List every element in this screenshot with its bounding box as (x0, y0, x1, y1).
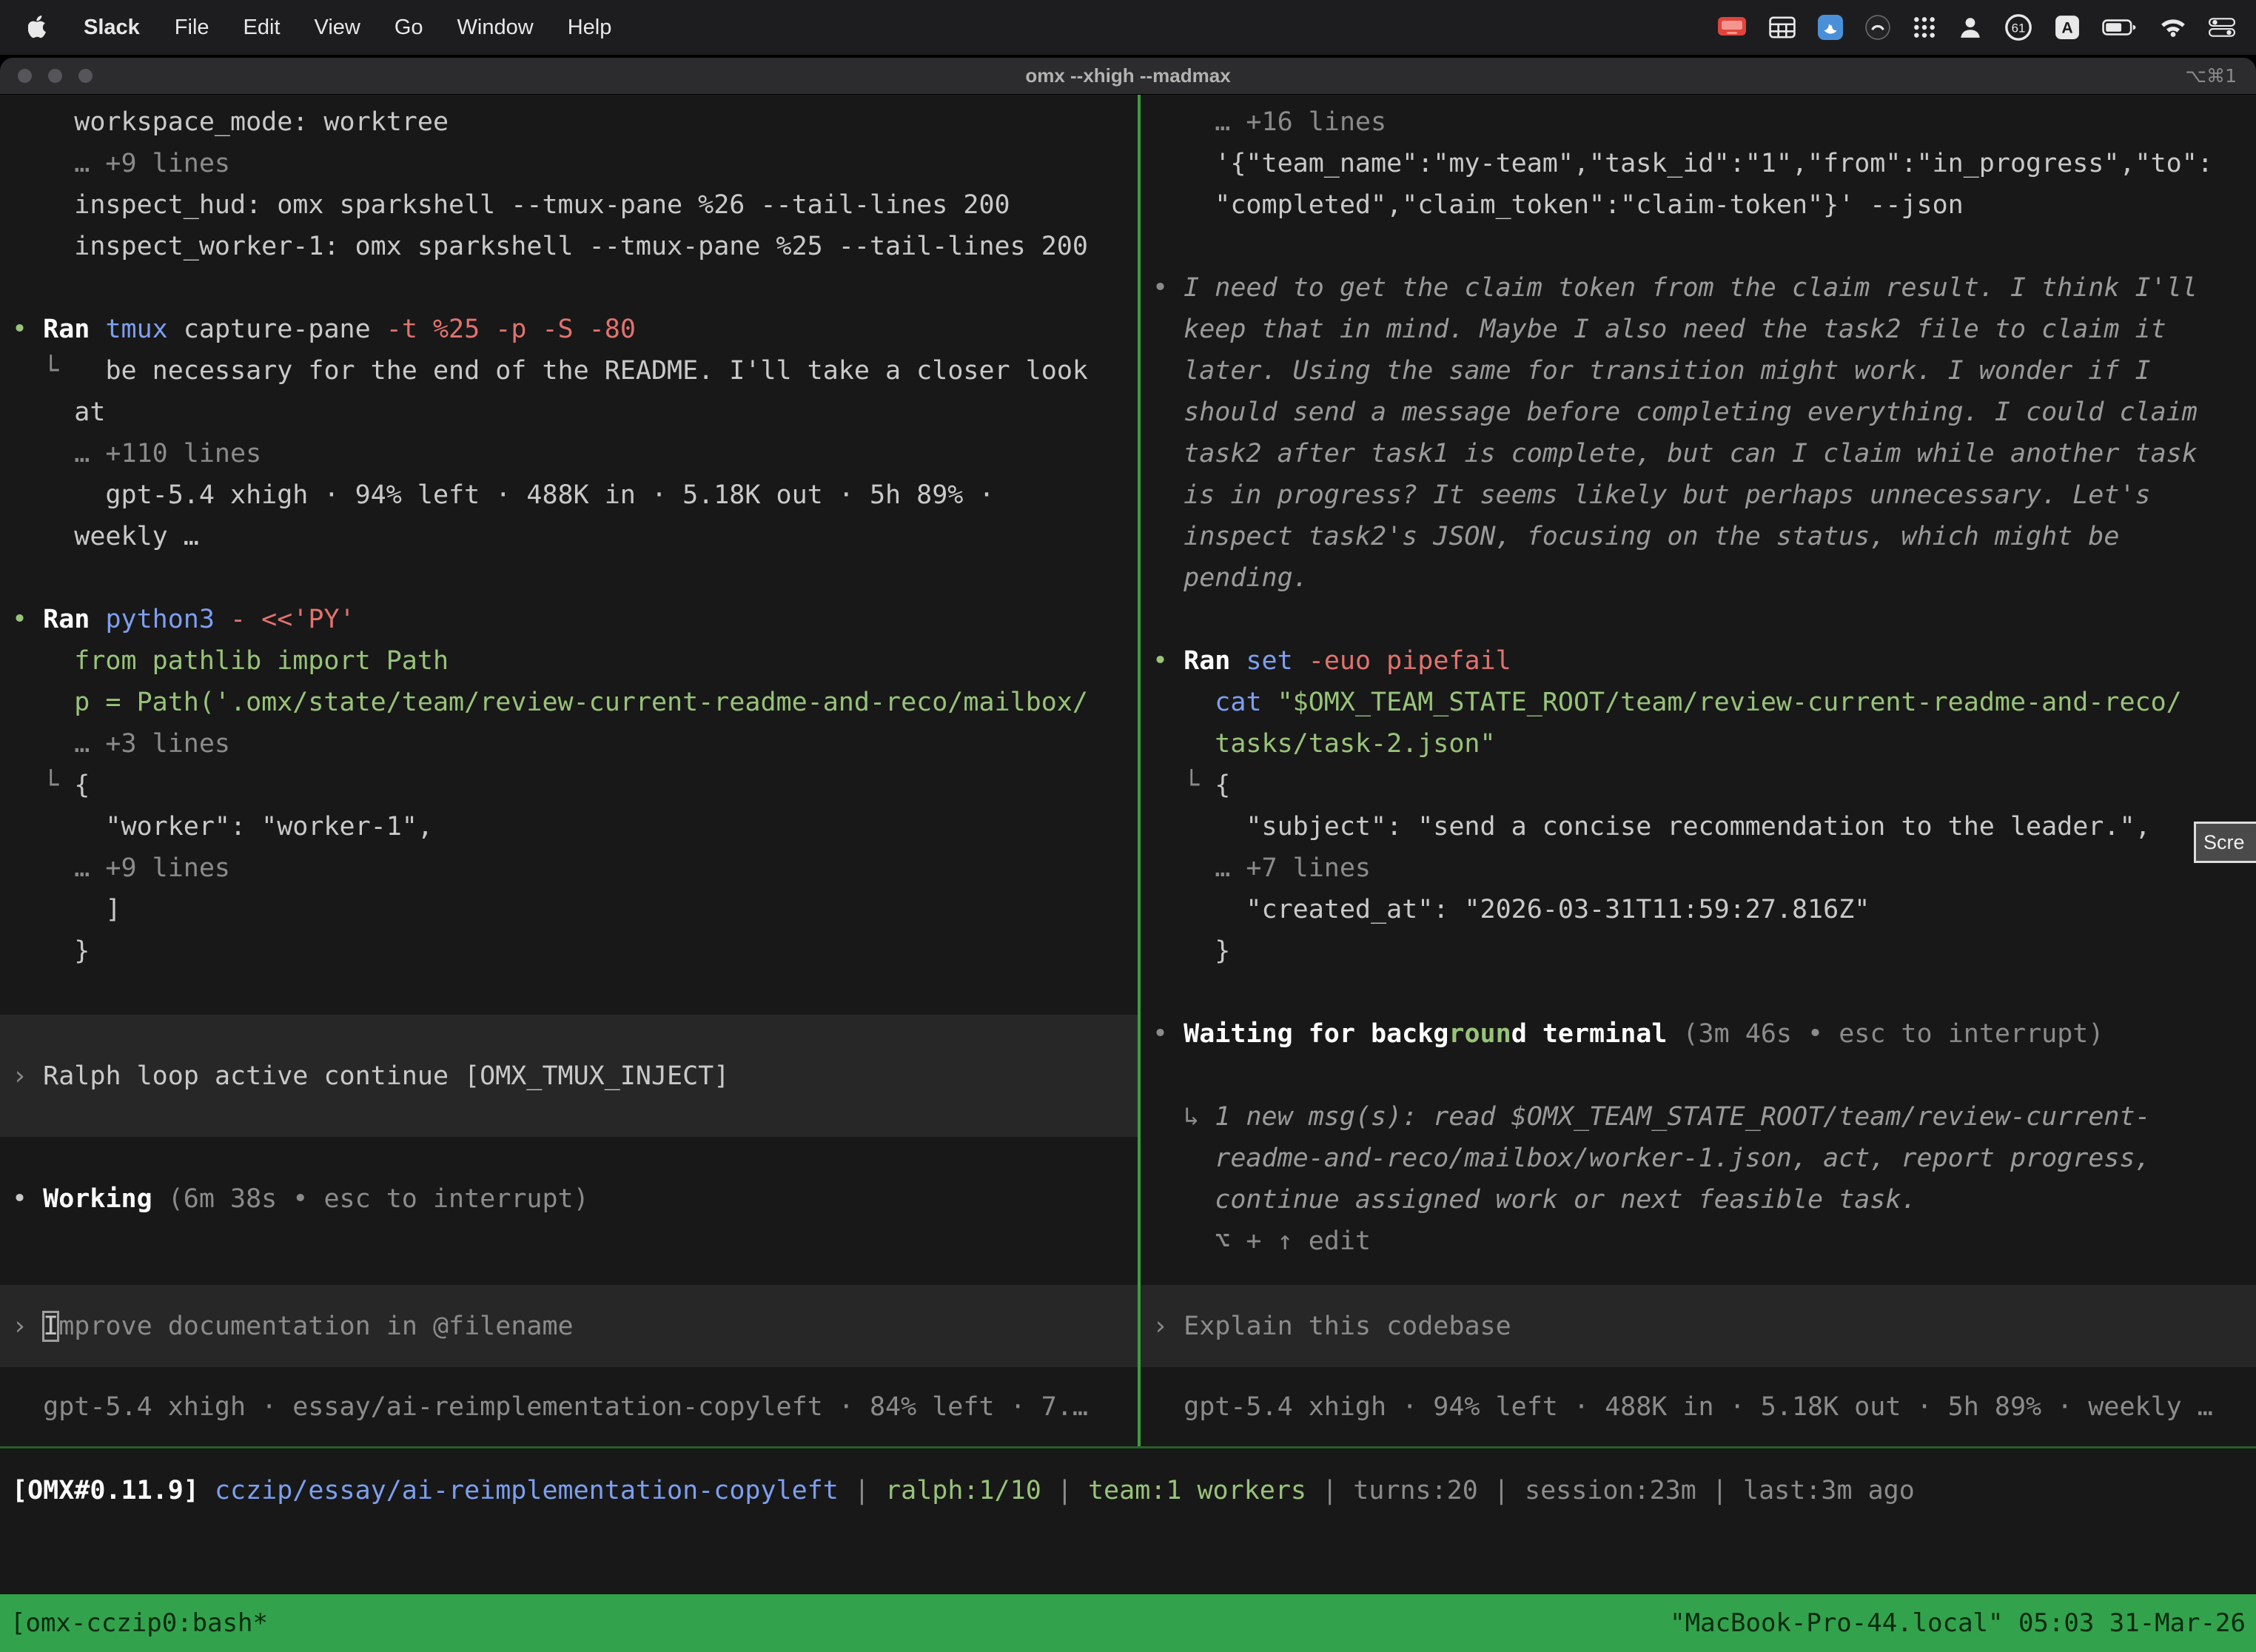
window-title-bar[interactable]: omx --xhigh --madmax ⌥⌘1 (0, 58, 2256, 95)
screen-share-popover[interactable]: Scre (2194, 822, 2256, 863)
right-pane-statusline: gpt-5.4 xhigh · 94% left · 488K in · 5.1… (1141, 1386, 2256, 1428)
left-transcript: workspace_mode: worktree … +9 lines insp… (0, 101, 1138, 972)
window-title: omx --xhigh --madmax (0, 64, 2256, 87)
left-steering-text: › Ralph loop active continue [OMX_TMUX_I… (0, 1055, 729, 1097)
menu-go[interactable]: Go (377, 16, 440, 40)
menu-window[interactable]: Window (440, 16, 551, 40)
left-pane-statusline: gpt-5.4 xhigh · essay/ai-reimplementatio… (0, 1386, 1138, 1428)
menu-help[interactable]: Help (551, 16, 629, 40)
menu-bar: Slack File Edit View Go Window Help 61 A (0, 0, 2256, 55)
menu-bar-app-menus: Slack File Edit View Go Window Help (21, 16, 628, 40)
tmux-session-label: [omx-cczip0:bash* (10, 1594, 268, 1652)
dots-grid-icon[interactable] (1913, 16, 1936, 39)
apple-menu-icon[interactable] (21, 16, 66, 39)
tmux-pane-worker: workspace_mode: worktree … +9 lines insp… (0, 95, 1138, 1446)
dark-app-icon[interactable] (1865, 15, 1890, 40)
app-menu-slack[interactable]: Slack (66, 16, 158, 40)
apple-logo-icon (28, 16, 48, 39)
omx-hud-statusline: [OMX#0.11.9] cczip/essay/ai-reimplementa… (0, 1470, 2256, 1511)
right-transcript: … +16 lines '{"team_name":"my-team","tas… (1141, 101, 2256, 1262)
table-grid-icon[interactable] (1769, 16, 1796, 38)
menu-edit[interactable]: Edit (226, 16, 298, 40)
blue-app-icon[interactable] (1818, 15, 1843, 40)
input-source-icon[interactable]: A (2055, 15, 2080, 40)
terminal-content: workspace_mode: worktree … +9 lines insp… (0, 95, 2256, 1594)
input-source-letter: A (2061, 19, 2072, 36)
right-composer-input[interactable]: › Explain this codebase (1141, 1285, 2256, 1367)
left-composer-input[interactable]: › Improve documentation in @filename (0, 1285, 1138, 1367)
screen-recording-icon[interactable] (1717, 16, 1747, 38)
window-shortcut-badge: ⌥⌘1 (2185, 65, 2256, 87)
battery-icon[interactable] (2102, 18, 2138, 37)
left-steering-box[interactable]: › Ralph loop active continue [OMX_TMUX_I… (0, 1015, 1138, 1137)
terminal-window: omx --xhigh --madmax ⌥⌘1 workspace_mode:… (0, 58, 2256, 1652)
tmux-pane-inspect: … +16 lines '{"team_name":"my-team","tas… (1141, 95, 2256, 1446)
tmux-panes: workspace_mode: worktree … +9 lines insp… (0, 95, 2256, 1446)
tmux-host-clock: "MacBook-Pro-44.local" 05:03 31-Mar-26 (1670, 1594, 2246, 1652)
tmux-status-bar: [omx-cczip0:bash* "MacBook-Pro-44.local"… (0, 1594, 2256, 1652)
left-working-status: • Working (6m 38s • esc to interrupt) (0, 1178, 1138, 1220)
right-composer-placeholder: › Explain this codebase (1141, 1306, 1511, 1347)
battery-percentage-badge-icon[interactable]: 61 (2004, 13, 2032, 41)
menu-view[interactable]: View (298, 16, 377, 40)
left-composer-placeholder: › Improve documentation in @filename (0, 1306, 574, 1347)
wifi-icon[interactable] (2160, 17, 2186, 38)
tmux-horizontal-divider (0, 1446, 2256, 1448)
control-center-icon[interactable] (2209, 17, 2235, 38)
person-icon[interactable] (1958, 16, 1982, 39)
menu-file[interactable]: File (158, 16, 226, 40)
menu-bar-status-icons: 61 A (1717, 13, 2235, 41)
badge-61-value: 61 (2012, 21, 2026, 36)
